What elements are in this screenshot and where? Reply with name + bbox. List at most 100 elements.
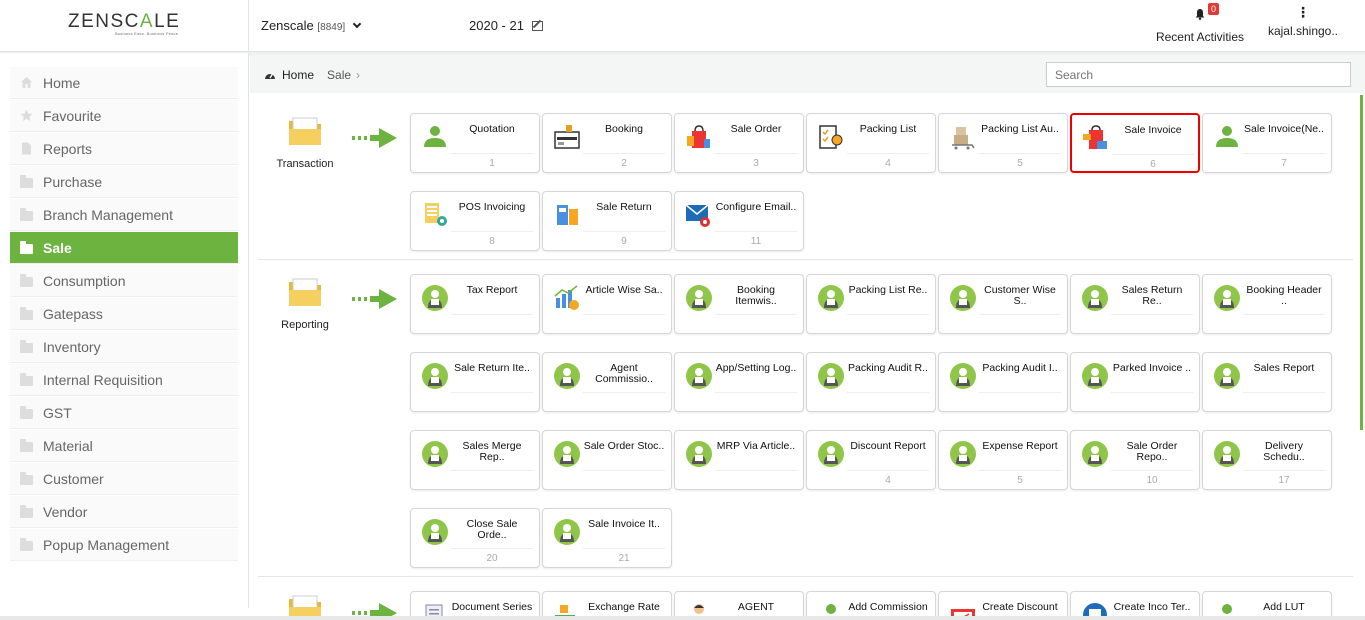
tile-sales-report[interactable]: Sales Report bbox=[1202, 352, 1332, 412]
checklist-icon bbox=[816, 123, 846, 151]
scrollbar[interactable] bbox=[1360, 95, 1363, 430]
sidebar-item-gst[interactable]: GST bbox=[10, 397, 238, 429]
folder-icon bbox=[20, 339, 33, 353]
tile-packing-list[interactable]: Packing List 4 bbox=[806, 113, 936, 173]
tile-label: Document Series bbox=[451, 601, 533, 613]
logo-area[interactable]: ZENSCALE Business Ease. Business Peace. bbox=[0, 0, 249, 52]
sidebar-item-consumption[interactable]: Consumption bbox=[10, 265, 238, 297]
tile-number: 4 bbox=[885, 475, 891, 486]
tile-parked-invoice[interactable]: Parked Invoice .. bbox=[1070, 352, 1200, 412]
sidebar-item-popup-management[interactable]: Popup Management bbox=[10, 529, 238, 561]
tile-mrp-via-article[interactable]: MRP Via Article.. bbox=[674, 430, 804, 490]
tile-sales-return-re[interactable]: Sales Return Re.. bbox=[1070, 274, 1200, 334]
sidebar-item-label: Branch Management bbox=[43, 206, 173, 223]
tile-sale-return[interactable]: Sale Return 9 bbox=[542, 191, 672, 251]
tile-sale-return-ite[interactable]: Sale Return Ite.. bbox=[410, 352, 540, 412]
sidebar-item-label: GST bbox=[43, 404, 72, 421]
tile-label: Quotation bbox=[469, 123, 515, 135]
sidebar-item-favourite[interactable]: Favourite bbox=[10, 100, 238, 132]
tile-label: Exchange Rate bbox=[588, 601, 660, 613]
tile-label: Sale Invoice(Ne.. bbox=[1244, 123, 1324, 135]
breadcrumb-home[interactable]: Home bbox=[282, 68, 314, 82]
sidebar-item-internal-requisition[interactable]: Internal Requisition bbox=[10, 364, 238, 396]
sidebar-item-sale[interactable]: Sale bbox=[10, 232, 238, 264]
tile-label: Booking Itemwis.. bbox=[735, 284, 777, 307]
tile-divider bbox=[451, 153, 533, 154]
sidebar-item-purchase[interactable]: Purchase bbox=[10, 166, 238, 198]
folder-icon bbox=[20, 438, 33, 452]
tile-divider bbox=[583, 470, 665, 471]
tile-label: Tax Report bbox=[466, 284, 518, 296]
tile-sales-merge-rep[interactable]: Sales Merge Rep.. bbox=[410, 430, 540, 490]
booking-icon bbox=[552, 123, 582, 151]
logo-tagline: Business Ease. Business Peace. bbox=[115, 31, 180, 36]
chevron-down-icon bbox=[352, 19, 362, 29]
sidebar-item-inventory[interactable]: Inventory bbox=[10, 331, 238, 363]
horizontal-scrollbar[interactable] bbox=[0, 616, 1365, 620]
tile-number: 9 bbox=[621, 236, 627, 247]
tile-number: 8 bbox=[489, 236, 495, 247]
recent-activities-button[interactable]: Recent Activities bbox=[1150, 8, 1250, 44]
breadcrumb-bar: Home Sale › bbox=[250, 57, 1365, 93]
sidebar-item-branch-management[interactable]: Branch Management bbox=[10, 199, 238, 231]
tile-configure-email[interactable]: Configure Email.. 11 bbox=[674, 191, 804, 251]
financial-year-selector[interactable]: 2020 - 21 bbox=[469, 18, 543, 33]
search-input[interactable] bbox=[1046, 62, 1351, 87]
tile-sale-order[interactable]: Sale Order 3 bbox=[674, 113, 804, 173]
tile-packing-audit-i[interactable]: Packing Audit I.. bbox=[938, 352, 1068, 412]
breadcrumb: Home Sale › bbox=[264, 68, 360, 82]
tile-packing-list-au[interactable]: Packing List Au.. 5 bbox=[938, 113, 1068, 173]
recent-activities-label: Recent Activities bbox=[1155, 30, 1245, 44]
tile-sale-invoice[interactable]: Sale Invoice 6 bbox=[1070, 113, 1200, 173]
tile-sale-invoice-ne[interactable]: Sale Invoice(Ne.. 7 bbox=[1202, 113, 1332, 173]
tile-packing-audit-r[interactable]: Packing Audit R.. bbox=[806, 352, 936, 412]
tile-quotation[interactable]: Quotation 1 bbox=[410, 113, 540, 173]
edit-icon[interactable] bbox=[531, 21, 543, 31]
tile-divider bbox=[451, 231, 533, 232]
tile-divider bbox=[583, 548, 665, 549]
tile-delivery-schedu[interactable]: Delivery Schedu.. 17 bbox=[1202, 430, 1332, 490]
sidebar-item-home[interactable]: Home bbox=[10, 67, 238, 99]
username: kajal.shingo.. bbox=[1267, 24, 1339, 38]
report-icon bbox=[552, 518, 582, 546]
breadcrumb-sale[interactable]: Sale bbox=[327, 68, 351, 82]
tile-divider bbox=[583, 153, 665, 154]
sidebar-item-customer[interactable]: Customer bbox=[10, 463, 238, 495]
tile-packing-list-re[interactable]: Packing List Re.. bbox=[806, 274, 936, 334]
tile-divider bbox=[1243, 314, 1325, 315]
sidebar-item-reports[interactable]: Reports bbox=[10, 133, 238, 165]
user-menu[interactable]: ⋮ kajal.shingo.. bbox=[1265, 5, 1341, 38]
sidebar-item-gatepass[interactable]: Gatepass bbox=[10, 298, 238, 330]
tile-booking[interactable]: Booking 2 bbox=[542, 113, 672, 173]
tile-divider bbox=[847, 153, 929, 154]
tile-article-wise-sa[interactable]: Article Wise Sa.. bbox=[542, 274, 672, 334]
tile-discount-report[interactable]: Discount Report 4 bbox=[806, 430, 936, 490]
tile-sale-order-repo[interactable]: Sale Order Repo.. 10 bbox=[1070, 430, 1200, 490]
tile-divider bbox=[715, 153, 797, 154]
company-selector[interactable]: Zenscale [8849] bbox=[261, 18, 362, 33]
tile-agent-commissio[interactable]: Agent Commissio.. bbox=[542, 352, 672, 412]
sidebar-item-material[interactable]: Material bbox=[10, 430, 238, 462]
report-icon bbox=[1080, 284, 1110, 312]
tile-label: Packing Audit R.. bbox=[848, 362, 928, 374]
tile-label: Add LUT bbox=[1263, 601, 1305, 613]
bag-icon bbox=[684, 123, 714, 151]
tile-tax-report[interactable]: Tax Report bbox=[410, 274, 540, 334]
sidebar-item-label: Popup Management bbox=[43, 536, 170, 553]
folder-icon bbox=[20, 372, 33, 386]
tile-expense-report[interactable]: Expense Report 5 bbox=[938, 430, 1068, 490]
zenscale-logo[interactable]: ZENSCALE bbox=[68, 11, 180, 33]
tile-customer-wise-s[interactable]: Customer Wise S.. bbox=[938, 274, 1068, 334]
report-icon bbox=[420, 284, 450, 312]
tile-close-sale-orde[interactable]: Close Sale Orde.. 20 bbox=[410, 508, 540, 568]
tile-app-setting-log[interactable]: App/Setting Log.. bbox=[674, 352, 804, 412]
tile-sale-order-stoc[interactable]: Sale Order Stoc.. bbox=[542, 430, 672, 490]
tile-pos-invoicing[interactable]: POS Invoicing 8 bbox=[410, 191, 540, 251]
tile-booking-header[interactable]: Booking Header .. bbox=[1202, 274, 1332, 334]
tile-booking-itemwis[interactable]: Booking Itemwis.. bbox=[674, 274, 804, 334]
tile-sale-invoice-it[interactable]: Sale Invoice It.. 21 bbox=[542, 508, 672, 568]
section-label: Reporting bbox=[281, 319, 329, 331]
pos-icon bbox=[420, 201, 450, 229]
folder-icon bbox=[20, 174, 33, 188]
sidebar-item-vendor[interactable]: Vendor bbox=[10, 496, 238, 528]
